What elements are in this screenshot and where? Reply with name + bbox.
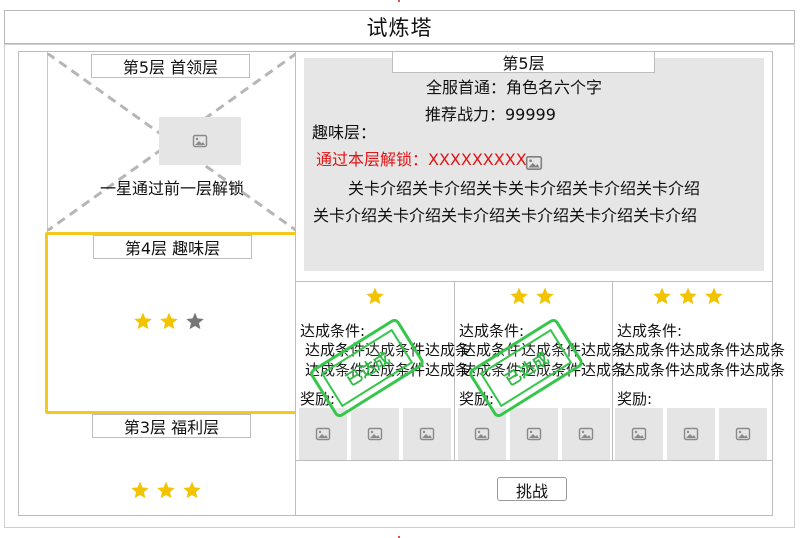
star-icon	[653, 287, 671, 305]
objective-3-condition-line-2: 达成条件达成条件达成条	[620, 361, 786, 379]
first-clear-text: 全服首通：角色名六个字	[426, 78, 603, 97]
floor-4-stars	[132, 311, 206, 333]
reward-image-placeholder	[562, 408, 610, 460]
recommended-power-text: 推荐战力：99999	[425, 105, 556, 124]
image-icon	[192, 134, 208, 148]
objective-1-stars	[364, 286, 386, 308]
objective-3-condition-label: 达成条件:	[617, 322, 683, 340]
filled-star-icon	[508, 286, 530, 308]
floor-4-label: 第4层 趣味层	[93, 235, 252, 259]
filled-star-icon	[132, 311, 154, 333]
objective-2-condition-label: 达成条件:	[459, 322, 525, 340]
star-icon	[366, 287, 384, 305]
star-icon	[160, 312, 178, 330]
objectives-bottom-divider	[296, 460, 773, 461]
image-icon	[419, 427, 435, 441]
floor-5-unlock-text: 一星通过前一层解锁	[99, 179, 244, 198]
objective-2-stars	[508, 286, 556, 308]
image-icon	[367, 427, 383, 441]
reward-image-placeholder	[510, 408, 558, 460]
filled-star-icon	[158, 311, 180, 333]
tower-floor-list: 第5层 首领层 一星通过前一层解锁 第4层 趣味层 第3层 福利层	[18, 51, 296, 516]
top-edge-marker	[398, 0, 400, 2]
star-icon	[134, 312, 152, 330]
empty-star-icon	[184, 311, 206, 333]
image-icon	[526, 427, 542, 441]
objective-3-condition-line-1: 达成条件达成条件达成条	[620, 341, 786, 359]
floor-5-label: 第5层 首领层	[91, 54, 250, 78]
objective-1-rewards	[299, 408, 451, 460]
filled-star-icon	[364, 286, 386, 308]
objective-1-condition-label: 达成条件:	[300, 322, 366, 340]
trial-tower-screen: 试炼塔 第5层 首领层 一星通过前一层解锁 第4层 趣味层 第3层 福利层 第5…	[0, 0, 800, 538]
star-icon	[131, 481, 149, 499]
reward-image-placeholder	[719, 408, 767, 460]
objective-2-rewards	[458, 408, 610, 460]
page-title: 试炼塔	[4, 10, 795, 44]
image-icon	[525, 154, 543, 172]
star-icon	[183, 481, 201, 499]
reward-image-placeholder	[351, 408, 399, 460]
filled-star-icon	[703, 286, 725, 308]
intro-line-1: 关卡介绍关卡介绍关卡关卡介绍关卡介绍关卡介绍	[348, 179, 701, 198]
intro-line-2: 关卡介绍关卡介绍关卡介绍关卡介绍关卡介绍关卡介绍	[313, 206, 698, 225]
reward-image-placeholder	[667, 408, 715, 460]
reward-image-placeholder	[403, 408, 451, 460]
floor-type-text: 趣味层：	[312, 123, 377, 142]
star-icon	[679, 287, 697, 305]
filled-star-icon	[155, 480, 177, 502]
image-icon	[683, 427, 699, 441]
objective-3-rewards	[615, 408, 767, 460]
unlock-requirement-text: 通过本层解锁：XXXXXXXXX	[316, 150, 527, 169]
image-icon	[578, 427, 594, 441]
star-icon	[510, 287, 528, 305]
objective-3-stars	[651, 286, 725, 308]
star-icon	[705, 287, 723, 305]
image-icon	[631, 427, 647, 441]
image-icon	[315, 427, 331, 441]
filled-star-icon	[651, 286, 673, 308]
image-icon	[159, 117, 241, 165]
floor-3-item[interactable]: 第3层 福利层	[47, 414, 295, 515]
star-icon	[536, 287, 554, 305]
image-icon	[525, 156, 543, 170]
star-icon	[157, 481, 175, 499]
floor-4-selected[interactable]: 第4层 趣味层	[45, 232, 295, 414]
image-icon	[474, 427, 490, 441]
image-icon	[735, 427, 751, 441]
filled-star-icon	[181, 480, 203, 502]
floor-3-label: 第3层 福利层	[92, 414, 251, 438]
detail-floor-title: 第5层	[392, 51, 655, 73]
objectives-top-divider	[296, 281, 773, 282]
floor-5-locked[interactable]: 第5层 首领层 一星通过前一层解锁	[47, 53, 295, 231]
reward-image-placeholder	[615, 408, 663, 460]
challenge-button[interactable]: 挑战	[497, 477, 567, 501]
floor-3-stars	[129, 480, 203, 502]
filled-star-icon	[534, 286, 556, 308]
filled-star-icon	[129, 480, 151, 502]
star-icon	[186, 312, 204, 330]
objective-3-reward-label: 奖励:	[617, 390, 653, 408]
filled-star-icon	[677, 286, 699, 308]
